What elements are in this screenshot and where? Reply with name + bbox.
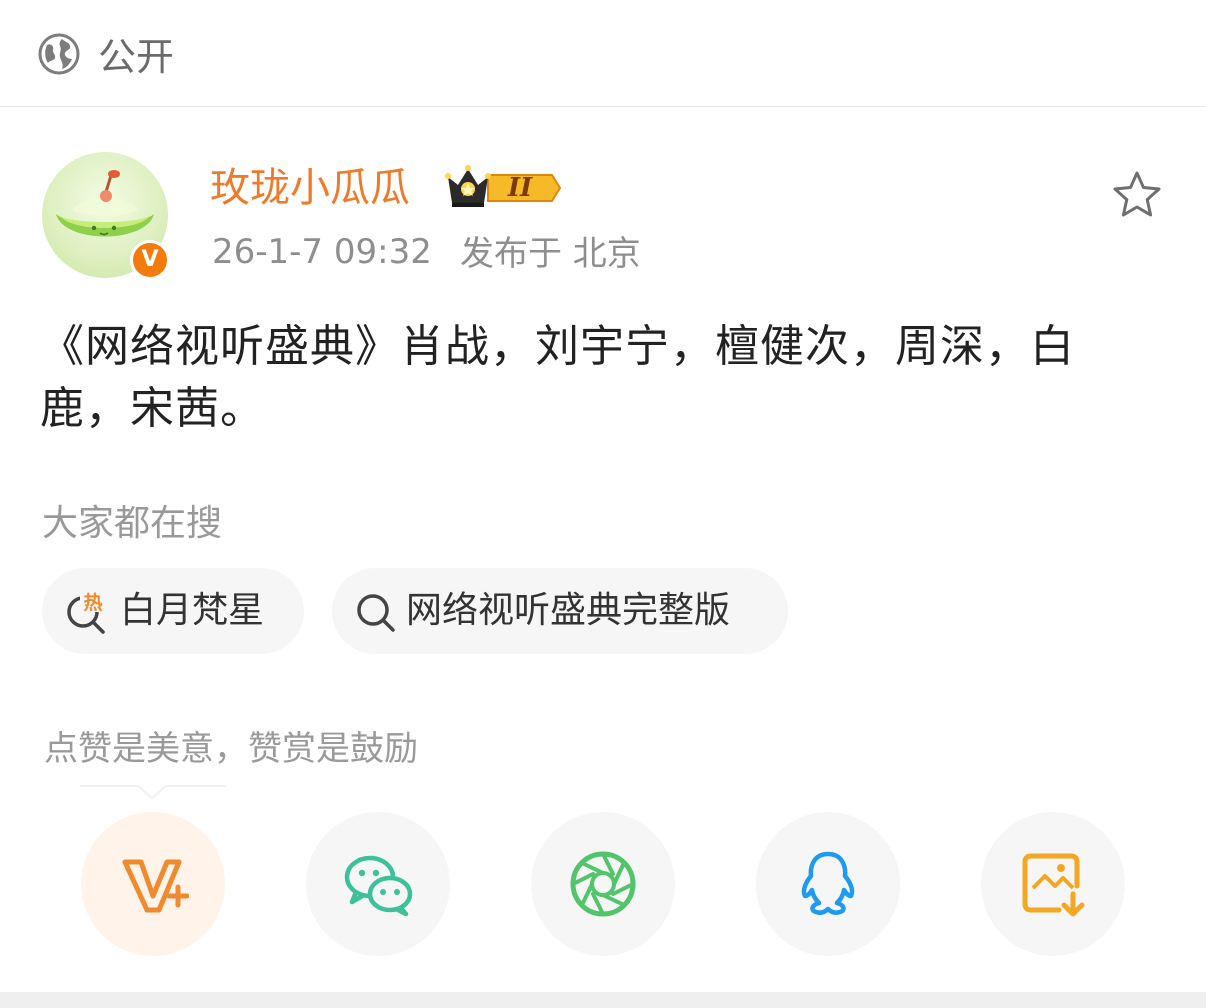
post-location: 发布于 北京 — [460, 234, 641, 274]
reward-button[interactable] — [81, 812, 225, 956]
hot-search-chip[interactable]: 热 白月梵星 — [42, 568, 304, 654]
globe-icon — [38, 33, 80, 75]
share-wechat-button[interactable] — [306, 812, 450, 956]
hot-search-icon: 热 — [67, 590, 106, 634]
share-moments-button[interactable] — [531, 812, 675, 956]
save-image-icon — [1022, 853, 1085, 917]
tip-pointer — [80, 785, 226, 800]
author-name[interactable]: 玫珑小瓜瓜 — [210, 160, 410, 216]
search-chip-label: 网络视听盛典完整版 — [406, 590, 731, 631]
save-image-button[interactable] — [981, 812, 1125, 956]
member-level: II — [507, 173, 533, 203]
share-qq-button[interactable] — [756, 812, 900, 956]
moments-icon — [570, 851, 636, 917]
post-time: 26-1-7 09:32 — [212, 232, 432, 272]
post-share-page: 公开 V 玫珑小瓜瓜 II 26-1-7 09:32 发布于 北京 《网络视听盛… — [0, 0, 1206, 1008]
search-icon — [357, 594, 395, 632]
verified-badge: V — [130, 240, 170, 280]
favorite-star-icon[interactable] — [1110, 168, 1164, 222]
verified-badge-text: V — [141, 247, 159, 272]
wechat-icon — [344, 855, 413, 917]
v-plus-icon — [122, 859, 189, 913]
hot-search-chip-label: 白月梵星 — [120, 590, 265, 631]
search-chip[interactable]: 网络视听盛典完整版 — [332, 568, 788, 654]
bottom-divider — [0, 992, 1206, 1008]
hot-search-heading: 大家都在搜 — [42, 503, 223, 544]
post-text: 《网络视听盛典》肖战，刘宇宁，檀健次，周深，白鹿，宋茜。 — [40, 321, 1075, 434]
visibility-bar[interactable]: 公开 — [0, 0, 1206, 107]
qq-icon — [801, 851, 855, 915]
reward-tip: 点赞是美意，赞赏是鼓励 — [44, 729, 418, 769]
svg-text:热: 热 — [83, 591, 102, 614]
visibility-label: 公开 — [98, 35, 175, 79]
